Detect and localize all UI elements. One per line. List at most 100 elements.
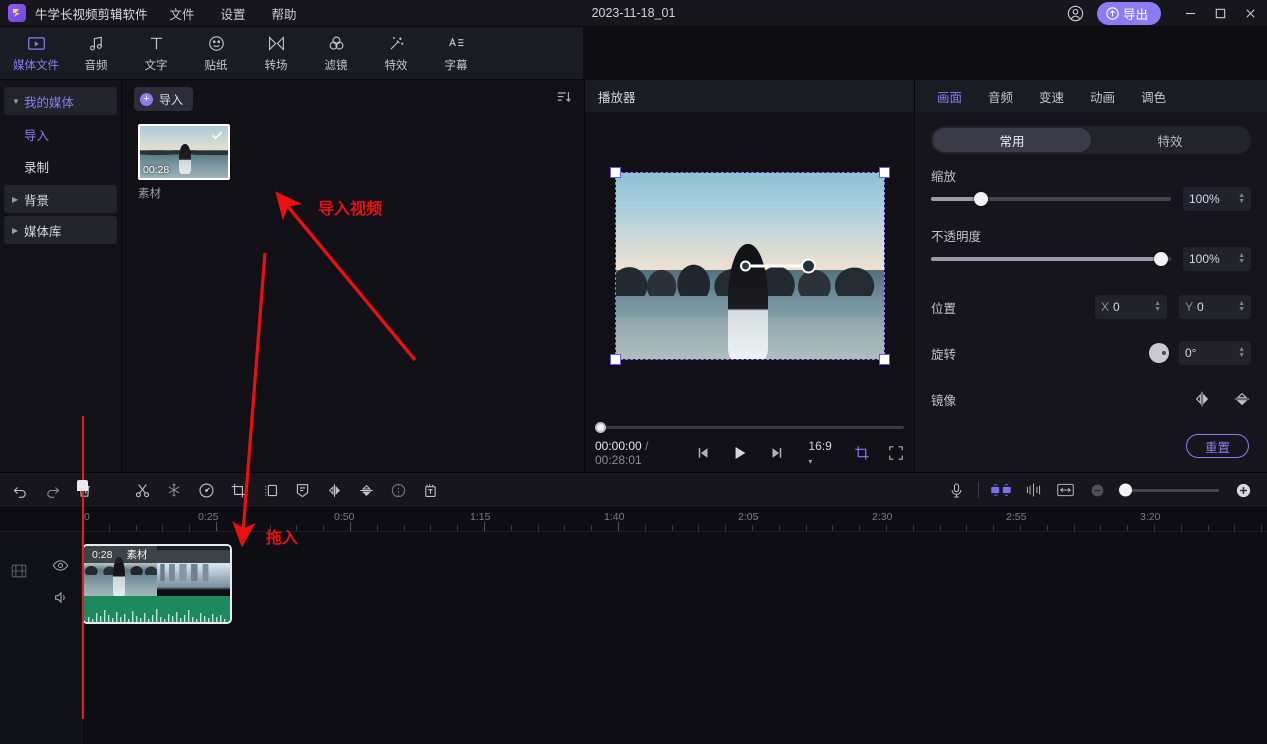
media-thumbnail[interactable]: 00:28	[138, 124, 230, 180]
opacity-slider-knob[interactable]	[1154, 252, 1169, 266]
minimize-icon[interactable]	[1175, 0, 1205, 27]
position-label: 位置	[931, 301, 957, 316]
split-scissors-icon[interactable]	[126, 472, 158, 508]
stepper-icon[interactable]: ▲ ▼	[1238, 346, 1245, 359]
next-frame-icon[interactable]	[768, 446, 784, 460]
scale-slider[interactable]	[931, 192, 1171, 206]
play-icon[interactable]	[732, 445, 748, 461]
progress-knob[interactable]	[595, 421, 606, 433]
resize-handle-top-left[interactable]	[609, 167, 621, 178]
player-progress-bar[interactable]	[595, 420, 904, 434]
video-canvas[interactable]	[609, 167, 890, 365]
playhead-handle[interactable]	[77, 480, 88, 491]
align-center-icon[interactable]	[1017, 472, 1049, 508]
import-button[interactable]: + 导入	[134, 87, 194, 111]
clip-audio-waveform	[84, 596, 230, 622]
scale-value-field[interactable]: 100% ▲ ▼	[1183, 187, 1251, 211]
rotate-grab-knob[interactable]	[800, 258, 816, 274]
player-transport: 00:00:00 / 00:28:01 16:9 ▾	[595, 439, 904, 467]
opacity-slider[interactable]	[931, 252, 1171, 266]
user-account-icon[interactable]	[1061, 5, 1091, 22]
close-icon[interactable]	[1235, 0, 1265, 27]
split-clip-icon[interactable]	[985, 472, 1017, 508]
tab-animation[interactable]: 动画	[1090, 87, 1115, 106]
redo-icon[interactable]	[36, 472, 68, 508]
prev-frame-icon[interactable]	[696, 446, 712, 460]
export-button[interactable]: 导出	[1096, 1, 1161, 25]
tab-audio[interactable]: 音频	[988, 87, 1013, 106]
ruler-tick	[323, 525, 325, 531]
aspect-ratio-dropdown[interactable]: 16:9 ▾	[808, 439, 832, 467]
stepper-icon[interactable]: ▲ ▼	[1238, 300, 1245, 313]
menu-item-settings[interactable]: 设置	[221, 4, 246, 23]
timeline-clip[interactable]: 0:28 素材	[82, 544, 232, 624]
sidebar-item-record[interactable]: 录制	[0, 150, 121, 182]
tab-speed[interactable]: 变速	[1039, 87, 1064, 106]
position-y-field[interactable]: Y0 ▲ ▼	[1179, 295, 1251, 319]
fit-timeline-icon[interactable]	[1049, 472, 1081, 508]
menu-item-file[interactable]: 文件	[170, 4, 195, 23]
stepper-icon[interactable]: ▲ ▼	[1238, 252, 1245, 265]
resize-handle-bottom-right[interactable]	[878, 354, 890, 365]
picture-in-picture-icon[interactable]	[254, 472, 286, 508]
position-x-field[interactable]: X0 ▲ ▼	[1095, 295, 1167, 319]
rotate-icon[interactable]	[382, 472, 414, 508]
segment-effects[interactable]: 特效	[1091, 128, 1249, 152]
undo-icon[interactable]	[4, 472, 36, 508]
scale-slider-knob[interactable]	[974, 192, 989, 206]
ruler-tick	[1100, 525, 1102, 531]
zoom-slider-knob[interactable]	[1119, 483, 1132, 497]
fullscreen-icon[interactable]	[888, 445, 904, 461]
tool-effects[interactable]: 特效	[366, 27, 426, 80]
speed-gauge-icon[interactable]	[190, 472, 222, 508]
subtitle-box-icon[interactable]	[286, 472, 318, 508]
timeline-ruler[interactable]: 0 0:25 0:50 1:15 1:40 2:05 2:30 2:55 3:2…	[0, 508, 1267, 532]
timeline-zoom-slider[interactable]	[1119, 483, 1219, 497]
rotation-value-field[interactable]: 0° ▲ ▼	[1179, 341, 1251, 365]
tool-text[interactable]: 文字	[126, 27, 186, 80]
sidebar-item-my-media[interactable]: ▼ 我的媒体	[4, 87, 117, 115]
eye-visible-icon[interactable]	[52, 558, 69, 578]
flip-vertical-icon[interactable]	[1233, 390, 1251, 408]
tool-filter[interactable]: 滤镜	[306, 27, 366, 80]
maximize-icon[interactable]	[1205, 0, 1235, 27]
zoom-minus-icon[interactable]	[1081, 472, 1113, 508]
stepper-icon[interactable]: ▲ ▼	[1154, 300, 1161, 313]
resize-handle-bottom-left[interactable]	[609, 354, 621, 365]
segment-common[interactable]: 常用	[933, 128, 1091, 152]
tool-transition[interactable]: 转场	[246, 27, 306, 80]
tool-sticker[interactable]: 贴纸	[186, 27, 246, 80]
add-text-icon[interactable]	[414, 472, 446, 508]
rotate-anchor-knob[interactable]	[739, 260, 751, 272]
rotation-dial[interactable]	[1149, 343, 1169, 363]
plus-icon: +	[140, 92, 153, 106]
tool-audio[interactable]: 音频	[66, 27, 126, 80]
menu-item-help[interactable]: 帮助	[272, 4, 297, 23]
sidebar-item-import[interactable]: 导入	[0, 118, 121, 150]
microphone-icon[interactable]	[940, 472, 972, 508]
menu-bar: 文件 设置 帮助	[170, 4, 297, 23]
sidebar-item-background[interactable]: ▶ 背景	[4, 185, 117, 213]
crop-icon[interactable]	[854, 445, 870, 461]
crop-icon[interactable]	[222, 472, 254, 508]
rotate-handle-bar[interactable]	[739, 258, 816, 274]
tab-color[interactable]: 调色	[1141, 87, 1166, 106]
tool-media-file[interactable]: 媒体文件	[6, 27, 66, 80]
flip-horizontal-icon[interactable]	[1193, 390, 1211, 408]
stepper-icon[interactable]: ▲ ▼	[1238, 192, 1245, 205]
zoom-plus-icon[interactable]	[1227, 472, 1259, 508]
flip-horizontal-icon[interactable]	[318, 472, 350, 508]
opacity-value-field[interactable]: 100% ▲ ▼	[1183, 247, 1251, 271]
freeze-snowflake-icon[interactable]	[158, 472, 190, 508]
media-item[interactable]: 00:28 素材	[138, 124, 230, 201]
resize-handle-top-right[interactable]	[878, 167, 890, 178]
flip-vertical-icon[interactable]	[350, 472, 382, 508]
sidebar-item-label: 背景	[24, 193, 50, 208]
tab-picture[interactable]: 画面	[937, 87, 962, 106]
sort-list-icon[interactable]	[556, 89, 572, 110]
tool-subtitle[interactable]: 字幕	[426, 27, 486, 80]
speaker-icon[interactable]	[53, 590, 69, 610]
sidebar-item-media-library[interactable]: ▶ 媒体库	[4, 216, 117, 244]
reset-button[interactable]: 重置	[1185, 434, 1249, 458]
playhead-line[interactable]	[82, 480, 84, 719]
